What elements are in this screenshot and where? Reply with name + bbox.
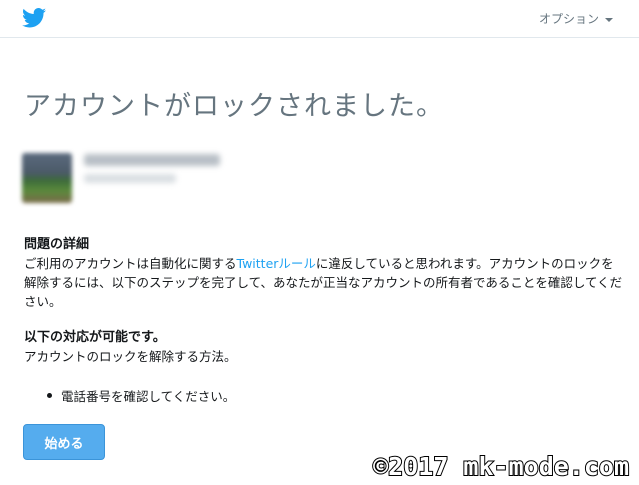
options-menu[interactable]: オプション <box>539 10 613 27</box>
steps-list: 電話番号を確認してください。 <box>24 386 235 405</box>
options-label[interactable]: オプション <box>539 10 599 27</box>
problem-text: ご利用のアカウントは自動化に関するTwitterルールに違反していると思われます… <box>24 254 624 311</box>
twitter-bird-icon[interactable] <box>22 8 46 28</box>
avatar <box>22 153 72 203</box>
profile-name-blurred <box>84 154 220 166</box>
problem-section: 問題の詳細 ご利用のアカウントは自動化に関するTwitterルールに違反している… <box>24 235 624 311</box>
profile-handle-blurred <box>84 174 176 183</box>
page-title: アカウントがロックされました。 <box>24 91 444 122</box>
actions-text: アカウントのロックを解除する方法。 <box>24 349 237 364</box>
problem-text-before: ご利用のアカウントは自動化に関する <box>24 256 237 271</box>
profile-card <box>22 150 282 206</box>
watermark: ©2017 mk-mode.com <box>372 451 630 482</box>
step-text: 電話番号を確認してください。 <box>61 389 236 404</box>
problem-heading: 問題の詳細 <box>24 237 90 252</box>
actions-heading: 以下の対応が可能です。 <box>24 330 166 345</box>
list-item: 電話番号を確認してください。 <box>24 386 235 405</box>
top-bar: オプション <box>0 0 639 38</box>
actions-section: 以下の対応が可能です。 アカウントのロックを解除する方法。 <box>24 328 624 366</box>
twitter-rules-link[interactable]: Twitterルール <box>237 256 316 271</box>
start-button[interactable]: 始める <box>23 424 105 460</box>
bullet-icon <box>47 393 52 398</box>
caret-down-icon[interactable] <box>605 17 613 22</box>
